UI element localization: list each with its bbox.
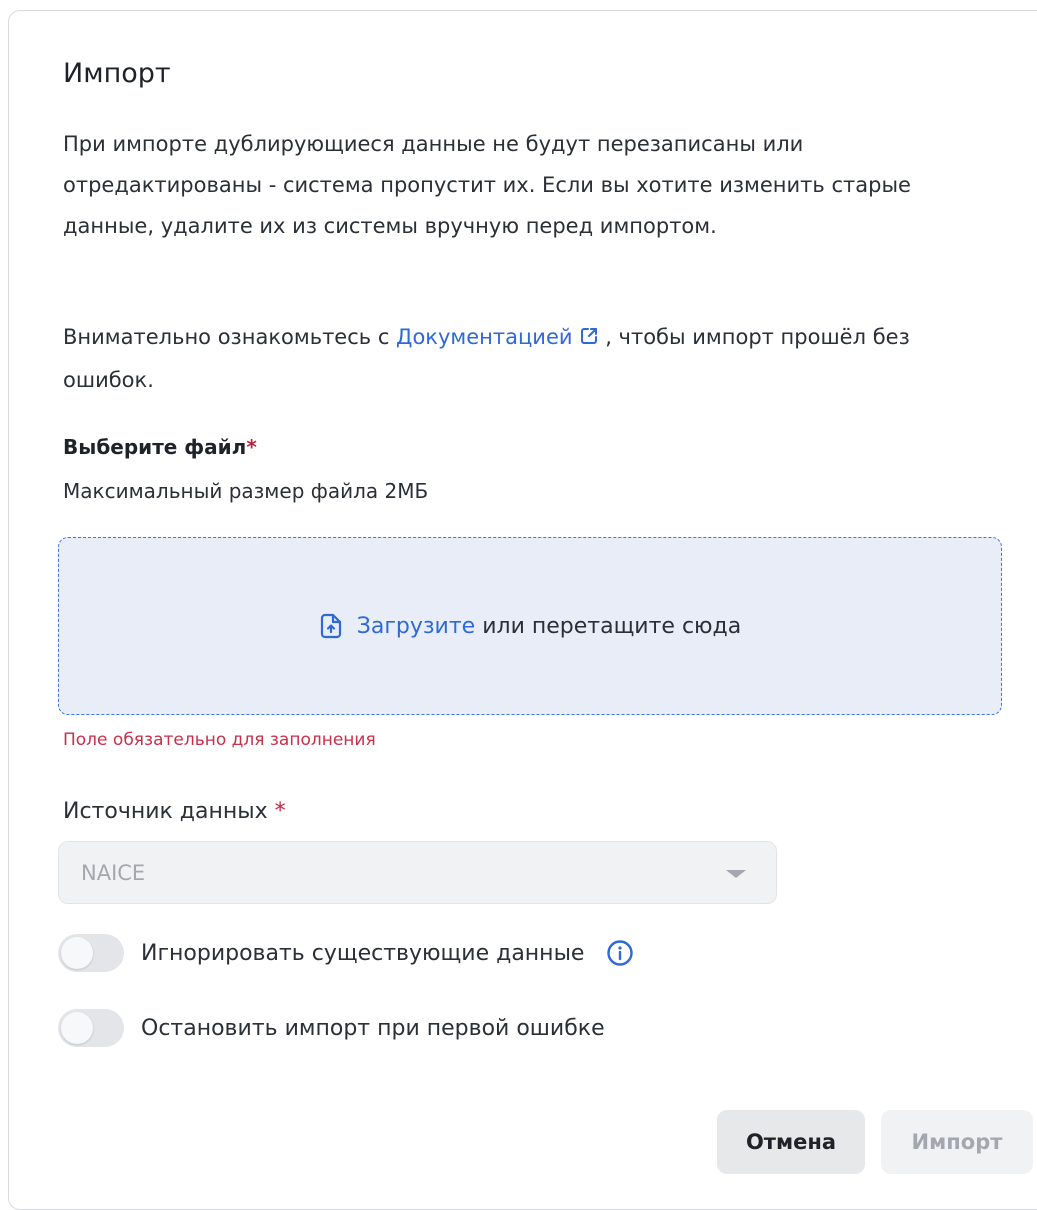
data-source-value: NAICE bbox=[81, 860, 146, 885]
dropzone-drag-text: или перетащите сюда bbox=[475, 613, 742, 639]
file-dropzone[interactable]: Загрузите или перетащите сюда bbox=[58, 537, 1002, 715]
file-error-message: Поле обязательно для заполнения bbox=[63, 730, 376, 750]
source-field-label-text: Источник данных bbox=[63, 799, 275, 824]
chevron-down-icon bbox=[726, 870, 746, 878]
file-field-label: Выберите файл* bbox=[63, 435, 257, 459]
docs-text: Внимательно ознакомьтесь с Документацией… bbox=[63, 317, 1003, 401]
import-button[interactable]: Импорт bbox=[881, 1110, 1033, 1174]
ignore-existing-toggle[interactable] bbox=[58, 934, 124, 972]
source-field-label: Источник данных * bbox=[63, 799, 286, 824]
required-mark: * bbox=[246, 435, 257, 459]
dropzone-content: Загрузите или перетащите сюда bbox=[319, 613, 742, 639]
stop-on-error-row: Остановить импорт при первой ошибке bbox=[58, 1009, 605, 1047]
external-link-icon bbox=[579, 319, 599, 360]
intro-text: При импорте дублирующиеся данные не буду… bbox=[63, 132, 911, 238]
upload-file-icon bbox=[319, 613, 343, 639]
cancel-button[interactable]: Отмена bbox=[717, 1110, 865, 1174]
data-source-select[interactable]: NAICE bbox=[58, 841, 777, 904]
dropzone-text: Загрузите или перетащите сюда bbox=[357, 614, 742, 639]
required-mark: * bbox=[274, 799, 286, 824]
toggle-knob bbox=[61, 937, 93, 969]
stop-on-error-toggle[interactable] bbox=[58, 1009, 124, 1047]
file-size-hint: Максимальный размер файла 2МБ bbox=[63, 479, 429, 503]
info-icon[interactable] bbox=[606, 939, 634, 967]
dialog-title: Импорт bbox=[63, 58, 171, 89]
stop-on-error-label: Остановить импорт при первой ошибке bbox=[141, 1015, 605, 1041]
ignore-existing-label: Игнорировать существующие данные bbox=[141, 940, 585, 966]
file-field-label-text: Выберите файл bbox=[63, 435, 247, 459]
documentation-link[interactable]: Документацией bbox=[396, 325, 598, 349]
ignore-existing-row: Игнорировать существующие данные bbox=[58, 934, 634, 972]
toggle-knob bbox=[61, 1012, 93, 1044]
docs-prefix: Внимательно ознакомьтесь с bbox=[63, 325, 397, 349]
upload-link[interactable]: Загрузите bbox=[357, 614, 475, 639]
documentation-link-label: Документацией bbox=[396, 325, 573, 349]
